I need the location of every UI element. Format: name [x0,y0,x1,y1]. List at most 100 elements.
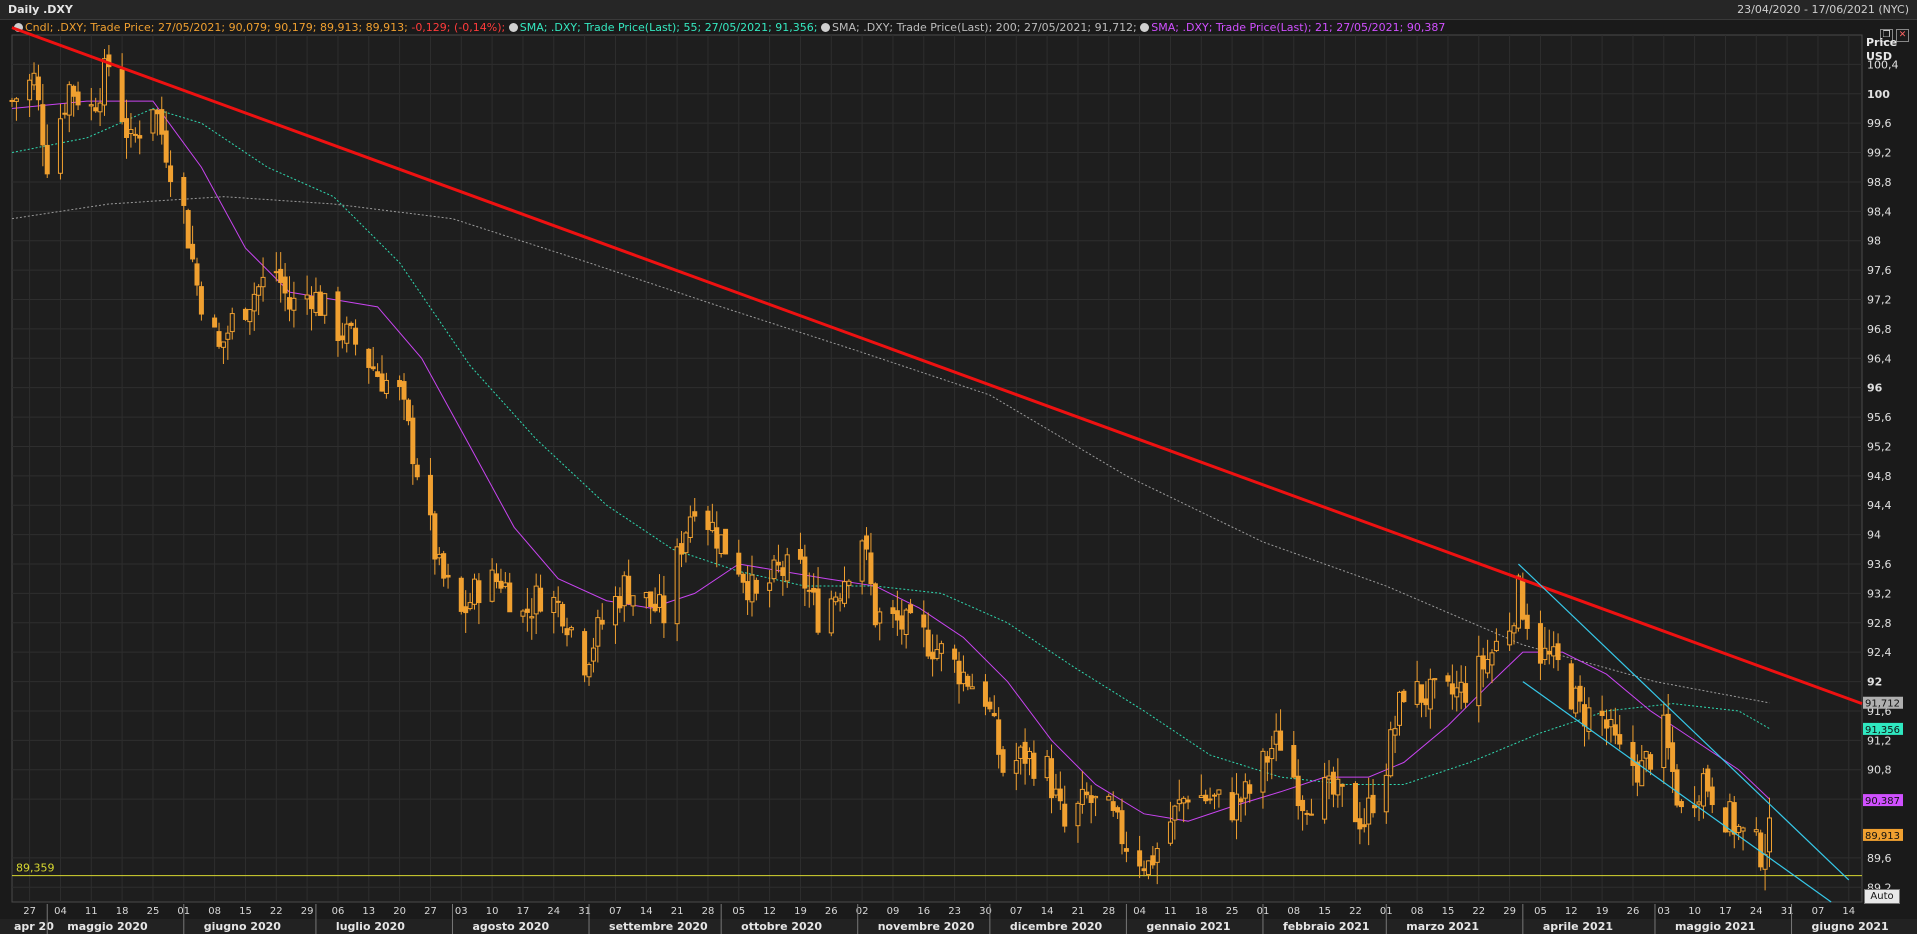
candle-body [952,648,958,660]
last-value-label: 90,387 [1865,796,1900,807]
x-tick-label: 25 [147,906,160,917]
candle-body [1361,824,1367,828]
auto-scale-button[interactable]: Auto [1864,889,1900,904]
candle-body [225,332,231,340]
candle-body [494,573,500,583]
candle-body [1537,623,1543,664]
candle-body [1110,801,1116,811]
candle-body [1551,646,1557,657]
candle-body [872,583,878,626]
candle-body [1608,718,1614,728]
candle-body [44,144,50,175]
support-label: 89,359 [16,862,55,875]
month-label: maggio 2020 [67,920,148,933]
month-label: agosto 2020 [472,920,549,933]
candle-body [1027,750,1032,760]
candle-body [1577,685,1583,702]
candle-body [1031,752,1037,779]
candle-body [150,109,156,134]
candle-body [564,628,570,636]
month-label: novembre 2020 [878,920,975,933]
candle-body [740,573,746,583]
candle-body [401,381,407,400]
candle-body [599,619,605,625]
candle-body [137,135,143,139]
y-tick-label: 89,6 [1867,852,1892,865]
candle-body [1670,742,1676,772]
y-tick-label: 98 [1867,235,1881,248]
month-label: settembre 2020 [609,920,708,933]
candle-body [718,534,724,555]
candle-body [802,556,808,589]
candle-body [1044,755,1050,779]
y-tick-label: 93,2 [1867,587,1892,600]
price-chart[interactable]: 100,410099,699,298,898,49897,697,296,896… [0,0,1917,934]
y-tick-label: 99,6 [1867,117,1892,130]
candle-body [877,611,883,624]
candle-body [1520,578,1526,620]
month-label: febbraio 2021 [1283,920,1370,933]
candle-body [582,631,588,676]
x-tick-label: 07 [1010,906,1023,917]
candle-body [229,313,235,333]
x-tick-label: 14 [1842,906,1855,917]
candle-body [1383,774,1389,813]
x-tick-label: 17 [517,906,530,917]
candle-body [198,286,204,315]
candle-body [405,399,411,422]
x-tick-label: 26 [825,906,838,917]
candle-body [1260,750,1266,793]
candle-body [1269,748,1275,760]
candle-body [533,585,539,615]
candle-body [868,552,874,585]
month-label: luglio 2020 [336,920,405,933]
candle-body [996,719,1002,755]
candle-body [163,130,169,163]
candle-body [652,603,658,612]
candle-body [1013,760,1019,774]
candle-body [194,263,200,286]
y-tick-label: 94,8 [1867,470,1892,483]
candle-body [842,581,847,604]
candle-body [335,291,341,342]
candle-body [1084,791,1090,796]
y-tick-label: 92 [1867,676,1882,689]
candle-body [723,528,729,555]
x-tick-label: 07 [1812,906,1825,917]
candle-body [899,615,905,630]
x-tick-label: 21 [1072,906,1085,917]
candle-body [119,69,125,123]
candle-body [1485,659,1491,674]
x-tick-label: 08 [208,906,221,917]
candle-body [458,577,464,612]
candle-body [745,581,751,601]
x-tick-label: 19 [1596,906,1609,917]
candle-body [260,276,266,288]
candle-body [436,553,442,559]
candle-body [313,291,319,313]
candle-body [1432,678,1438,681]
candle-body [1458,681,1464,693]
candle-body [1722,807,1728,833]
candle-body [1511,625,1517,634]
candle-body [1322,777,1328,820]
month-label: ottobre 2020 [741,920,822,933]
candle-body [1397,691,1402,726]
x-tick-label: 28 [1102,906,1115,917]
candle-body [679,543,685,555]
candle-body [1648,754,1654,770]
y-tick-label: 98,8 [1867,176,1892,189]
candle-body [1582,704,1587,727]
candle-body [1366,797,1372,825]
candle-body [1542,647,1548,661]
candle-body [736,552,742,575]
candle-body [1106,795,1112,801]
candle-body [1423,698,1429,706]
candle-body [1454,687,1460,698]
candle-body [304,294,310,300]
y-tick-label: 94,4 [1867,499,1892,512]
candle-body [1229,792,1235,821]
x-tick-label: 13 [362,906,375,917]
y-axis-header: Price USD [1866,36,1897,64]
candle-body [1295,775,1301,807]
